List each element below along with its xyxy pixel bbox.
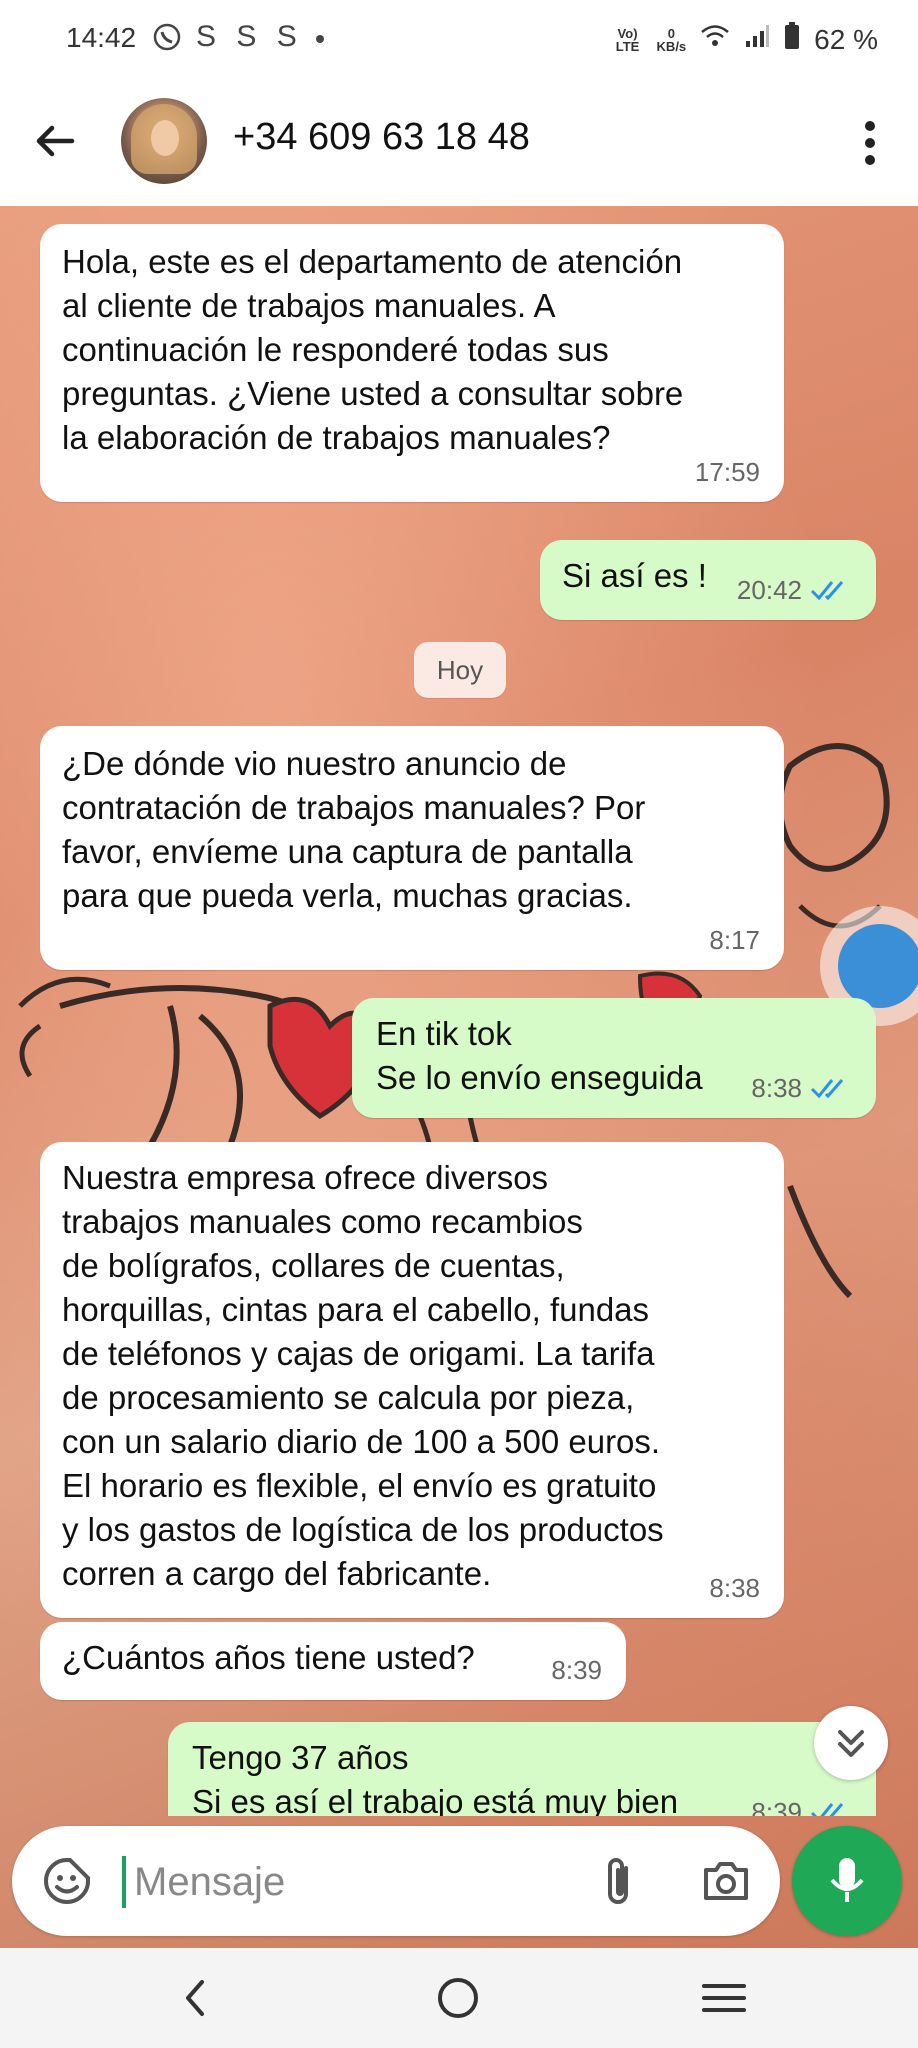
avatar-face	[151, 120, 179, 156]
back-button[interactable]	[30, 116, 80, 166]
whatsapp-notification-icon	[152, 22, 182, 57]
network-speed: 0 KB/s	[657, 27, 687, 53]
double-chevron-down-icon	[838, 1730, 864, 1757]
nav-home-button[interactable]	[428, 1970, 488, 2026]
wifi-icon	[700, 23, 730, 56]
chat-header: +34 609 63 18 48	[0, 80, 918, 207]
system-nav-bar	[0, 1948, 918, 2048]
camera-button[interactable]	[700, 1856, 752, 1906]
microphone-icon	[830, 1858, 864, 1902]
message-time: 8:39	[751, 1797, 802, 1816]
visible-clip: Tengo 37 años Si es así el trabajo está …	[0, 206, 918, 1816]
arrow-left-icon	[36, 125, 75, 157]
message-meta: 8:39	[751, 1790, 852, 1816]
sticker-icon	[44, 1858, 90, 1904]
voice-message-button[interactable]	[792, 1826, 902, 1936]
status-time: 14:42	[66, 22, 137, 53]
battery-icon	[784, 22, 800, 57]
chevron-left-icon	[186, 1980, 204, 2016]
status-bar: 14:42 S S S Vo) LTE 0 KB/s 62 %	[0, 0, 918, 80]
scroll-to-bottom-button[interactable]	[814, 1706, 888, 1780]
paperclip-icon	[608, 1858, 628, 1904]
nav-recents-button[interactable]	[694, 1970, 754, 2026]
double-check-read-icon	[810, 1803, 844, 1816]
status-icons: Vo) LTE 0 KB/s 62 %	[613, 22, 878, 57]
message-text: Tengo 37 años Si es así el trabajo está …	[192, 1739, 679, 1816]
network-speed-value: 0	[667, 25, 675, 41]
home-circle-icon	[438, 1978, 478, 2018]
battery-level: 62 %	[814, 23, 878, 55]
menu-lines-icon	[702, 1984, 746, 2012]
volte-icon: Vo) LTE	[615, 25, 640, 54]
signal-icon	[744, 23, 770, 56]
nav-back-button[interactable]	[166, 1970, 226, 2026]
avatar[interactable]	[121, 98, 207, 184]
emoji-sticker-button[interactable]	[42, 1856, 92, 1906]
camera-icon	[704, 1862, 748, 1900]
network-speed-unit: KB/s	[656, 38, 687, 54]
text-caret	[122, 1856, 126, 1908]
chat-area[interactable]: Hola, este es el departamento de atenció…	[0, 206, 918, 1948]
notification-icons: S S S	[196, 20, 303, 53]
message-composer	[12, 1826, 780, 1936]
contact-name[interactable]: +34 609 63 18 48	[233, 116, 530, 159]
message-outgoing[interactable]: Tengo 37 años Si es así el trabajo está …	[168, 1722, 876, 1816]
kebab-menu-icon	[865, 121, 875, 165]
more-notifications-dot	[316, 35, 324, 43]
attach-button[interactable]	[600, 1854, 636, 1908]
more-options-button[interactable]	[862, 118, 878, 168]
message-input[interactable]	[132, 1848, 576, 1916]
